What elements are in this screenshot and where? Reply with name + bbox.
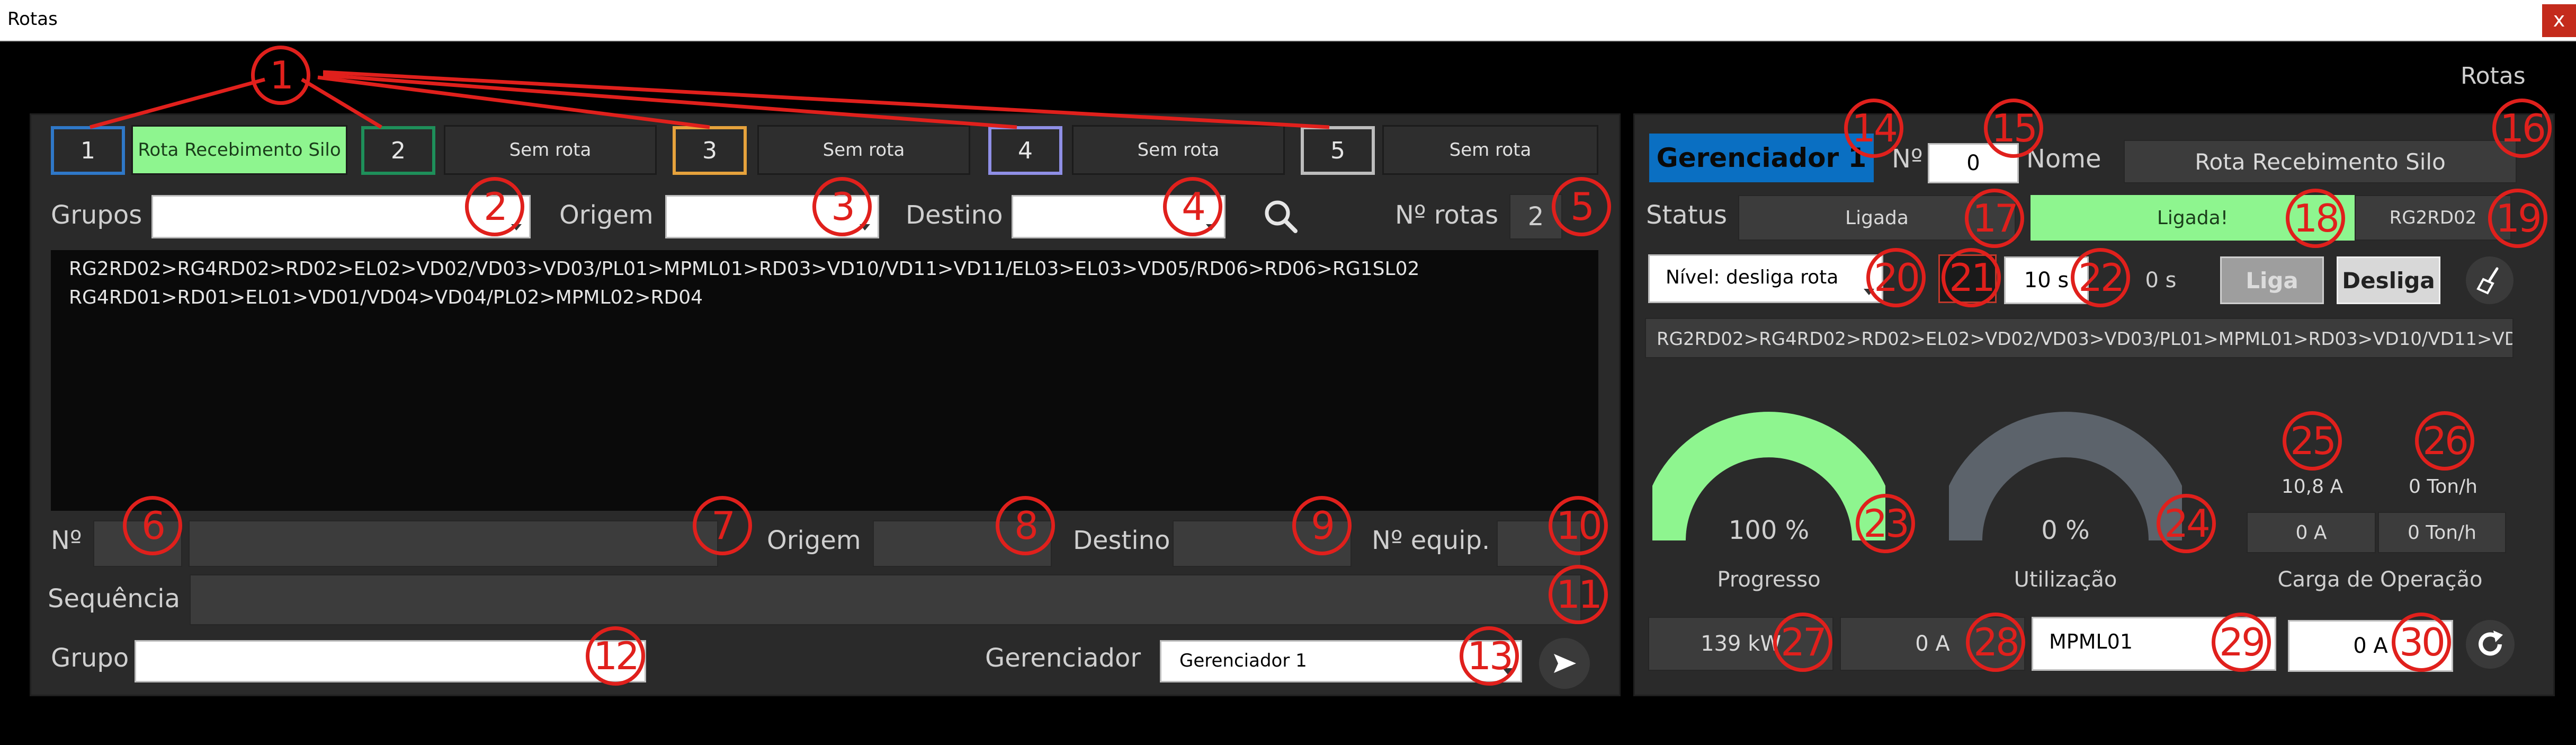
annotation-badge-12: 12 — [586, 626, 645, 686]
annotation-badge-7: 7 — [693, 496, 752, 555]
annotation-badge-9: 9 — [1292, 496, 1352, 555]
annotation-badge-20: 20 — [1866, 248, 1926, 307]
annotation-badge-14: 14 — [1844, 99, 1903, 158]
annotation-badge-24: 24 — [2157, 494, 2216, 553]
annotation-badge-13: 13 — [1460, 626, 1519, 686]
annotation-badge-22: 22 — [2071, 248, 2130, 307]
annotation-badge-18: 18 — [2286, 189, 2345, 248]
annotation-badge-27: 27 — [1773, 613, 1832, 672]
annotation-badge-28: 28 — [1966, 613, 2025, 672]
annotation-badge-26: 26 — [2415, 411, 2474, 471]
annotation-badge-30: 30 — [2392, 613, 2451, 672]
annotation-badge-5: 5 — [1552, 177, 1611, 236]
annotation-badge-16: 16 — [2492, 99, 2552, 158]
annotation-badge-17: 17 — [1965, 189, 2024, 248]
annotation-badge-10: 10 — [1549, 496, 1608, 555]
annotation-badge-15: 15 — [1984, 99, 2043, 158]
annotation-badge-21: 21 — [1942, 248, 2001, 307]
annotation-badge-19: 19 — [2488, 189, 2547, 248]
annotation-badge-3: 3 — [812, 177, 872, 236]
annotation-badge-4: 4 — [1163, 177, 1222, 236]
annotation-badge-11: 11 — [1549, 565, 1608, 624]
annotation-badge-29: 29 — [2212, 613, 2271, 672]
annotation-badge-8: 8 — [996, 496, 1055, 555]
annotation-badge-2: 2 — [465, 177, 524, 236]
annotation-badge-1: 1 — [251, 46, 310, 105]
annotation-arrows — [90, 70, 1330, 129]
annotation-badge-25: 25 — [2283, 411, 2342, 471]
annotation-badge-23: 23 — [1856, 494, 1915, 553]
annotation-badge-6: 6 — [123, 496, 182, 555]
